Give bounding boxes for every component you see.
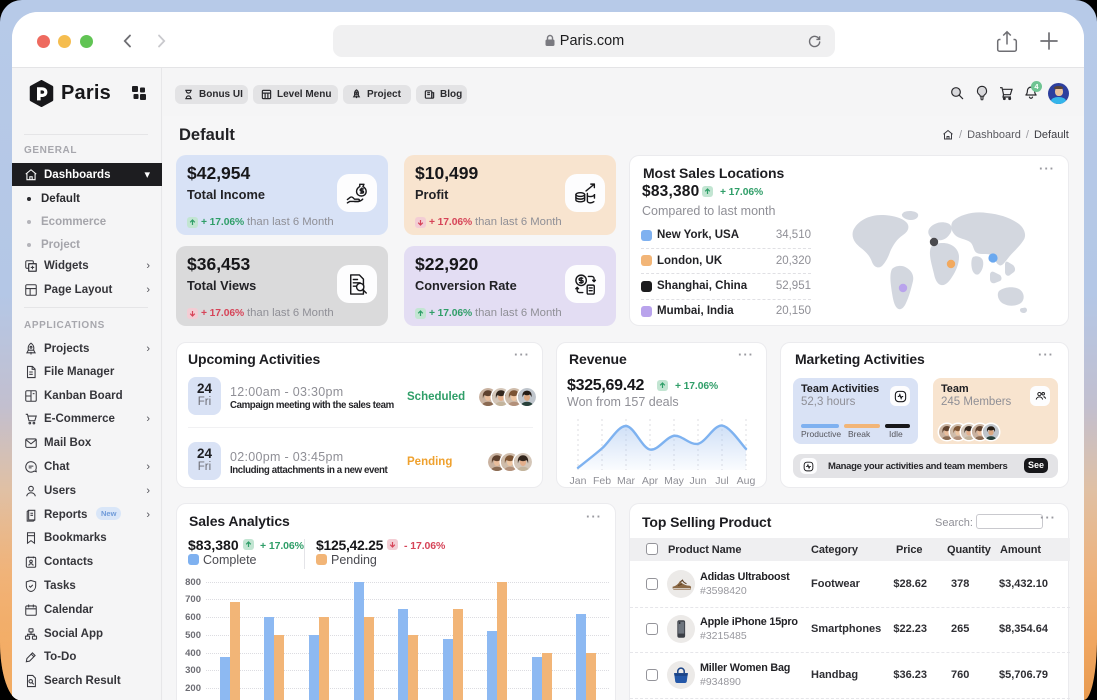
svg-text:Jan: Jan: [570, 475, 587, 487]
svg-text:Jul: Jul: [715, 475, 728, 487]
svg-text:May: May: [664, 475, 685, 487]
svg-text:Mar: Mar: [617, 475, 636, 487]
svg-text:Feb: Feb: [593, 475, 611, 487]
svg-text:Aug: Aug: [737, 475, 756, 487]
svg-text:Jun: Jun: [690, 475, 707, 487]
svg-text:Apr: Apr: [642, 475, 659, 487]
